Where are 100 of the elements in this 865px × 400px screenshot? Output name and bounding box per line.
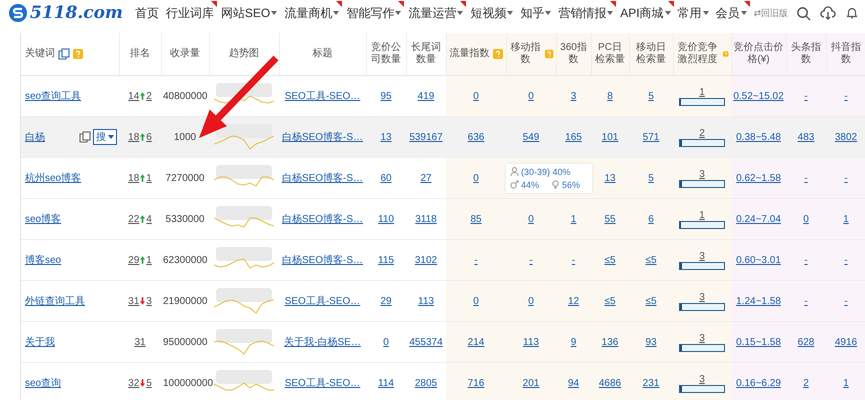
value-link[interactable]: 60 bbox=[380, 172, 392, 184]
value-link[interactable]: 1 bbox=[843, 378, 849, 388]
nav-item[interactable]: 流量运营 bbox=[408, 4, 464, 22]
value-link[interactable]: 9 bbox=[570, 336, 576, 348]
competition-link[interactable]: 3 bbox=[699, 332, 705, 344]
title-link[interactable]: 关于我-白杨SE… bbox=[284, 337, 361, 348]
keyword-link[interactable]: 外链查询工具 bbox=[25, 294, 85, 308]
value-link[interactable]: 8 bbox=[607, 90, 613, 102]
value-link[interactable]: 571 bbox=[642, 132, 660, 142]
rank-link[interactable]: 18 bbox=[128, 132, 140, 142]
old-version-link[interactable]: ⇄回旧版 bbox=[754, 6, 788, 20]
value-link[interactable]: 231 bbox=[642, 378, 660, 388]
value-link[interactable]: - bbox=[804, 254, 808, 266]
title-link[interactable]: 白杨SEO博客-S… bbox=[282, 255, 364, 266]
nav-item[interactable]: 智能写作 bbox=[346, 4, 402, 22]
value-link[interactable]: 636 bbox=[468, 132, 484, 142]
value-link[interactable]: 5 bbox=[648, 172, 654, 184]
value-link[interactable]: 2 bbox=[803, 378, 809, 388]
rank-link[interactable]: 31 bbox=[128, 296, 140, 306]
value-link[interactable]: 6 bbox=[648, 214, 654, 224]
value-link[interactable]: 3802 bbox=[834, 132, 858, 142]
title-link[interactable]: 白杨SEO博客-S… bbox=[282, 214, 364, 225]
value-link[interactable]: 1 bbox=[843, 214, 849, 224]
value-link[interactable]: 4686 bbox=[598, 378, 622, 388]
nav-item[interactable]: 短视频 bbox=[470, 4, 514, 22]
value-link[interactable]: 3 bbox=[570, 90, 576, 102]
value-link[interactable]: 455374 bbox=[409, 336, 443, 348]
value-link[interactable]: 3102 bbox=[414, 254, 438, 266]
copy-icon[interactable] bbox=[58, 48, 70, 60]
value-link[interactable]: 113 bbox=[418, 296, 434, 306]
competition-link[interactable]: 3 bbox=[699, 250, 705, 262]
value-link[interactable]: 0 bbox=[473, 90, 479, 102]
value-link[interactable]: - bbox=[844, 90, 848, 102]
nav-item[interactable]: 知乎 bbox=[520, 4, 552, 22]
value-link[interactable]: 165 bbox=[565, 132, 582, 142]
competition-link[interactable]: 1 bbox=[699, 86, 705, 98]
value-link[interactable]: 55 bbox=[604, 214, 616, 224]
nav-item[interactable]: 行业词库 bbox=[166, 4, 214, 22]
keyword-link[interactable]: seo查询 bbox=[25, 376, 62, 390]
rank-link[interactable]: 32 bbox=[128, 378, 140, 388]
value-link[interactable]: - bbox=[844, 254, 848, 266]
value-link[interactable]: - bbox=[844, 296, 848, 306]
rank-link[interactable]: 31 bbox=[134, 336, 146, 348]
nav-item[interactable]: 常用 bbox=[678, 4, 709, 22]
value-link[interactable]: ≤5 bbox=[645, 254, 657, 266]
value-link[interactable]: 12 bbox=[568, 296, 580, 306]
search-dropdown[interactable]: 搜 bbox=[93, 129, 117, 145]
price-link[interactable]: 0.38~5.48 bbox=[736, 132, 781, 142]
value-link[interactable]: 0 bbox=[383, 336, 389, 348]
value-link[interactable]: 2805 bbox=[414, 378, 438, 388]
value-link[interactable]: 13 bbox=[604, 172, 616, 184]
value-link[interactable]: 13 bbox=[380, 132, 392, 142]
value-link[interactable]: 483 bbox=[798, 132, 814, 142]
value-link[interactable]: - bbox=[844, 172, 848, 184]
nav-item[interactable]: 网站SEO bbox=[220, 4, 278, 22]
nav-item[interactable]: 会员 bbox=[716, 4, 747, 22]
rank-link[interactable]: 22 bbox=[128, 214, 140, 224]
value-link[interactable]: 716 bbox=[468, 378, 484, 388]
keyword-link[interactable]: 关于我 bbox=[25, 335, 55, 349]
value-link[interactable]: 93 bbox=[645, 336, 657, 348]
value-link[interactable]: 115 bbox=[378, 254, 394, 266]
competition-link[interactable]: 2 bbox=[699, 128, 705, 138]
value-link[interactable]: - bbox=[474, 254, 478, 266]
value-link[interactable]: 549 bbox=[522, 132, 540, 142]
title-link[interactable]: SEO工具-SEO… bbox=[284, 378, 360, 389]
nav-item[interactable]: 营销情报 bbox=[558, 4, 614, 22]
competition-link[interactable]: 3 bbox=[699, 292, 705, 302]
value-link[interactable]: ≤5 bbox=[645, 296, 657, 306]
value-link[interactable]: 0 bbox=[528, 90, 534, 102]
value-link[interactable]: 110 bbox=[378, 214, 394, 224]
value-link[interactable]: 0 bbox=[473, 172, 479, 184]
value-link[interactable]: 214 bbox=[468, 336, 484, 348]
value-link[interactable]: 5 bbox=[648, 90, 654, 102]
rank-link[interactable]: 18 bbox=[128, 172, 140, 184]
keyword-link[interactable]: 白杨 bbox=[25, 130, 45, 144]
title-link[interactable]: 白杨SEO博客-S… bbox=[282, 132, 364, 143]
value-link[interactable]: 3118 bbox=[415, 214, 437, 224]
value-link[interactable]: ≤5 bbox=[604, 254, 616, 266]
value-link[interactable]: - bbox=[572, 254, 576, 266]
value-link[interactable]: 419 bbox=[418, 90, 434, 102]
value-link[interactable]: 27 bbox=[420, 172, 432, 184]
nav-item[interactable]: 流量商机 bbox=[284, 4, 340, 22]
value-link[interactable]: - bbox=[804, 296, 808, 306]
keyword-link[interactable]: 博客seo bbox=[25, 253, 62, 267]
value-link[interactable]: 94 bbox=[568, 378, 580, 388]
bell-icon[interactable] bbox=[845, 6, 859, 20]
value-link[interactable]: 95 bbox=[380, 90, 392, 102]
competition-link[interactable]: 1 bbox=[699, 210, 705, 220]
logo-text[interactable]: 5118.com bbox=[30, 3, 123, 23]
value-link[interactable]: 136 bbox=[602, 336, 618, 348]
keyword-link[interactable]: 杭州seo博客 bbox=[25, 171, 82, 185]
value-link[interactable]: 29 bbox=[380, 296, 392, 306]
title-link[interactable]: 白杨SEO博客-S… bbox=[282, 173, 364, 184]
search-icon[interactable] bbox=[796, 6, 811, 20]
value-link[interactable]: 4916 bbox=[834, 336, 858, 348]
nav-item[interactable]: 首页 bbox=[134, 4, 159, 22]
competition-link[interactable]: 3 bbox=[699, 168, 705, 180]
competition-link[interactable]: 3 bbox=[699, 374, 705, 384]
value-link[interactable]: - bbox=[529, 254, 533, 266]
value-link[interactable]: 539167 bbox=[409, 132, 443, 142]
